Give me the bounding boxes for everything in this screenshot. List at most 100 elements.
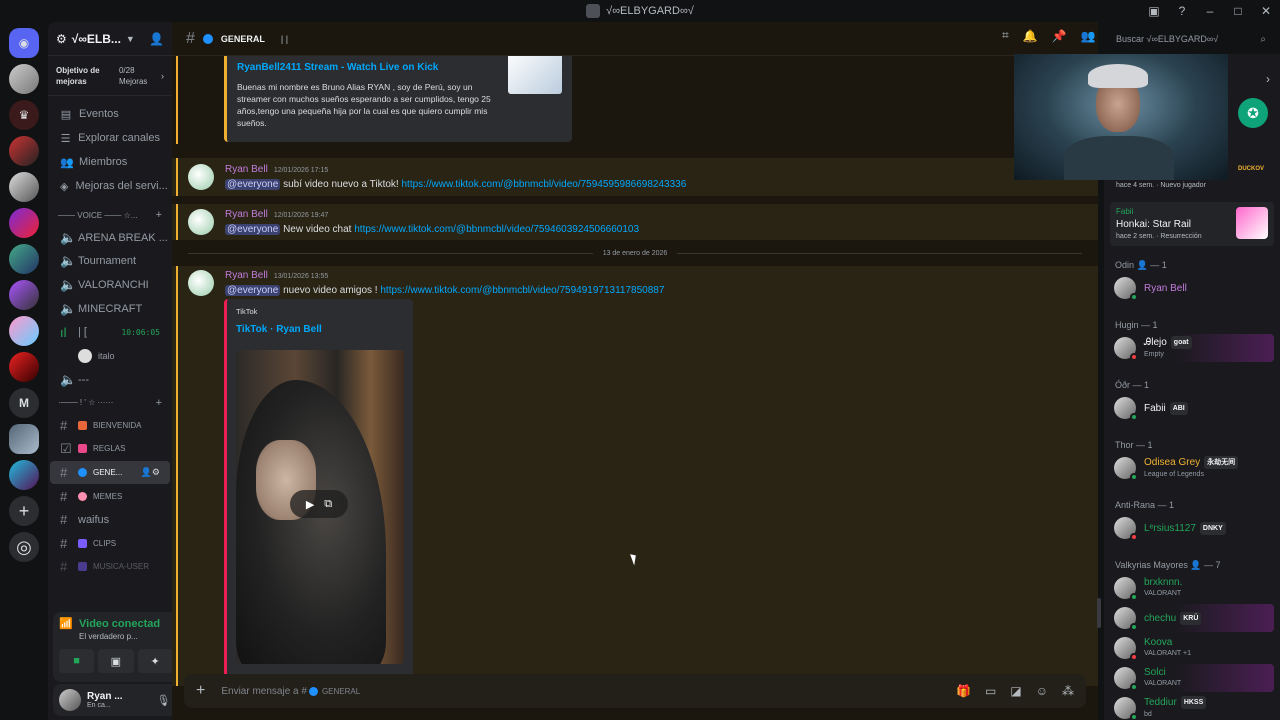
voice-channel[interactable]: 🔈 VALORANCHI: [50, 273, 170, 297]
message-composer[interactable]: + Enviar mensaje a # GENERAL 🎁 ▭ ◪ ☺ ⁂: [184, 674, 1086, 708]
help-icon[interactable]: ?: [1168, 0, 1196, 22]
member-row[interactable]: Solci VALORANT: [1110, 664, 1274, 692]
gif-icon[interactable]: ▭: [985, 684, 996, 698]
text-channel-waifus[interactable]: # waifus: [50, 508, 170, 532]
member-status: VALORANT: [1144, 590, 1182, 597]
nav-server-boosts[interactable]: ◈ Mejoras del servi...: [48, 174, 172, 198]
avatar[interactable]: [59, 689, 81, 711]
search-input[interactable]: Buscar √∞ELBYGARD∞√ ⌕: [1110, 29, 1272, 49]
member-row[interactable]: Odisea Grey 永劫无间 League of Legends: [1110, 454, 1274, 482]
guild-tag: KRÜ: [1180, 611, 1202, 625]
discord-home-icon[interactable]: ◉: [9, 28, 39, 58]
activities-button[interactable]: ✦: [137, 649, 172, 673]
add-server-icon[interactable]: +: [9, 496, 39, 526]
server-icon-7[interactable]: [9, 280, 39, 310]
hash-icon: #: [60, 512, 68, 528]
member-row[interactable]: Lᵉrsius1127 DNKY: [1110, 514, 1274, 542]
link-embed[interactable]: RyanBell2411 Stream - Watch Live on Kick…: [224, 56, 572, 142]
open-external-icon[interactable]: ⧉: [324, 498, 332, 511]
tiktok-embed[interactable]: TikTok TikTok · Ryan Bell ▶ ⧉: [224, 299, 413, 686]
text-channel-clips[interactable]: # CLIPS: [50, 532, 170, 556]
attach-icon[interactable]: +: [196, 682, 205, 700]
title-bar: √∞ELBYGARD∞√ ▣ ? – □ ✕: [0, 0, 1280, 22]
add-channel-icon[interactable]: +: [156, 209, 162, 221]
nav-events[interactable]: ▤ Eventos: [48, 102, 172, 126]
member-row[interactable]: Fabii ABI: [1110, 394, 1274, 422]
member-row[interactable]: chechu KRÜ: [1110, 604, 1274, 632]
camera-button[interactable]: ■: [59, 649, 95, 673]
voice-channel[interactable]: 🔈 ARENA BREAK ...: [50, 226, 170, 250]
server-icon-8[interactable]: [9, 316, 39, 346]
maximize-button[interactable]: □: [1224, 0, 1252, 22]
game-logo-icon: ✪: [1238, 98, 1268, 128]
status-dot-icon: [1130, 293, 1138, 301]
server-icon-m[interactable]: M: [9, 388, 39, 418]
text-channel-memes[interactable]: # MEMES: [50, 484, 170, 508]
discover-icon[interactable]: ◎: [9, 532, 39, 562]
channel-emoji-icon: [78, 538, 87, 548]
nav-members[interactable]: 👥 Miembros: [48, 150, 172, 174]
server-icon-9[interactable]: [9, 352, 39, 382]
server-header[interactable]: ⚙ √∞ELB... ▼ 👤: [48, 22, 172, 56]
member-row[interactable]: Teddiur HKSS bd: [1110, 694, 1274, 720]
avatar[interactable]: [188, 270, 214, 296]
voice-channel[interactable]: 🔈 ---: [50, 368, 170, 392]
minimize-button[interactable]: –: [1196, 0, 1224, 22]
avatar: [1114, 517, 1138, 541]
threads-icon[interactable]: ⌗: [1002, 28, 1009, 43]
bell-icon[interactable]: 🔔: [1023, 29, 1038, 43]
text-channel-general[interactable]: # GENE... 👤⚙: [50, 460, 170, 485]
channel-settings-icon[interactable]: 👤⚙: [141, 467, 160, 478]
server-icon-12[interactable]: [9, 460, 39, 490]
search-icon: ⌕: [1260, 33, 1266, 45]
microphone-icon[interactable]: 🎙: [156, 694, 170, 707]
member-row[interactable]: Koova VALORANT +1: [1110, 634, 1274, 662]
voice-channel[interactable]: 🔈 Tournament: [50, 250, 170, 274]
member-row[interactable]: Ryan Bell: [1110, 274, 1274, 302]
voice-channel[interactable]: 🔈 MINECRAFT: [50, 297, 170, 321]
voice-user[interactable]: italo: [48, 344, 172, 368]
screen-share-button[interactable]: ▣: [98, 649, 134, 673]
avatar: [1114, 337, 1138, 361]
sticker-icon[interactable]: ◪: [1010, 684, 1021, 698]
scrollbar[interactable]: [1097, 598, 1101, 628]
text-channel-reglas[interactable]: ☑ REGLAS: [50, 437, 170, 461]
apps-icon[interactable]: ⁂: [1062, 684, 1074, 698]
text-channel-musica[interactable]: # MUSICA-USER: [50, 555, 170, 579]
embed-thumbnail[interactable]: [508, 56, 562, 94]
server-icon-2[interactable]: ♛: [9, 100, 39, 130]
gift-icon[interactable]: 🎁: [956, 684, 971, 698]
text-channel-bienvenida[interactable]: # BIENVENIDA: [50, 414, 170, 438]
server-icon-current[interactable]: [9, 424, 39, 454]
globe-icon: [202, 33, 213, 44]
server-icon-3[interactable]: [9, 136, 39, 166]
close-button[interactable]: ✕: [1252, 0, 1280, 22]
play-button[interactable]: ▶ ⧉: [290, 490, 348, 518]
server-folder[interactable]: [9, 244, 39, 274]
server-icon-4[interactable]: [9, 172, 39, 202]
member-row[interactable]: brxknnn. VALORANT: [1110, 574, 1274, 602]
members-icon[interactable]: 👥: [1081, 29, 1096, 43]
inbox-icon[interactable]: ▣: [1140, 0, 1168, 22]
text-category[interactable]: ·─── ! ' ☆ ······ +: [48, 392, 172, 414]
voice-category[interactable]: ─── VOICE ─── ☆... +: [48, 204, 172, 226]
avatar[interactable]: [188, 164, 214, 190]
add-channel-icon[interactable]: +: [156, 397, 162, 409]
member-row[interactable]: Ꭿlejo goat Empty: [1110, 334, 1274, 362]
hash-icon: #: [60, 535, 68, 551]
emoji-icon[interactable]: ☺: [1036, 684, 1048, 698]
avatar[interactable]: [188, 209, 214, 235]
avatar: [78, 348, 92, 363]
server-icon-1[interactable]: [9, 64, 39, 94]
invite-icon[interactable]: 👤: [149, 32, 164, 46]
activity-card[interactable]: Fabii Honkai: Star Rail hace 2 sem. · Re…: [1110, 202, 1274, 246]
voice-channel-live[interactable]: ıl | [10:06:05: [50, 320, 170, 344]
nav-browse-channels[interactable]: ☰ Explorar canales: [48, 126, 172, 150]
video-thumbnail[interactable]: ▶ ⧉: [236, 350, 404, 664]
server-icon-5[interactable]: [9, 208, 39, 238]
member-name: Ryan Bell: [1144, 282, 1187, 294]
boost-goal[interactable]: Objetivo de mejoras 0/28 Mejoras ›: [48, 56, 172, 96]
pin-icon[interactable]: 📌: [1052, 29, 1067, 43]
chevron-right-icon[interactable]: ›: [1266, 72, 1270, 86]
member-name: brxknnn.: [1144, 577, 1183, 588]
